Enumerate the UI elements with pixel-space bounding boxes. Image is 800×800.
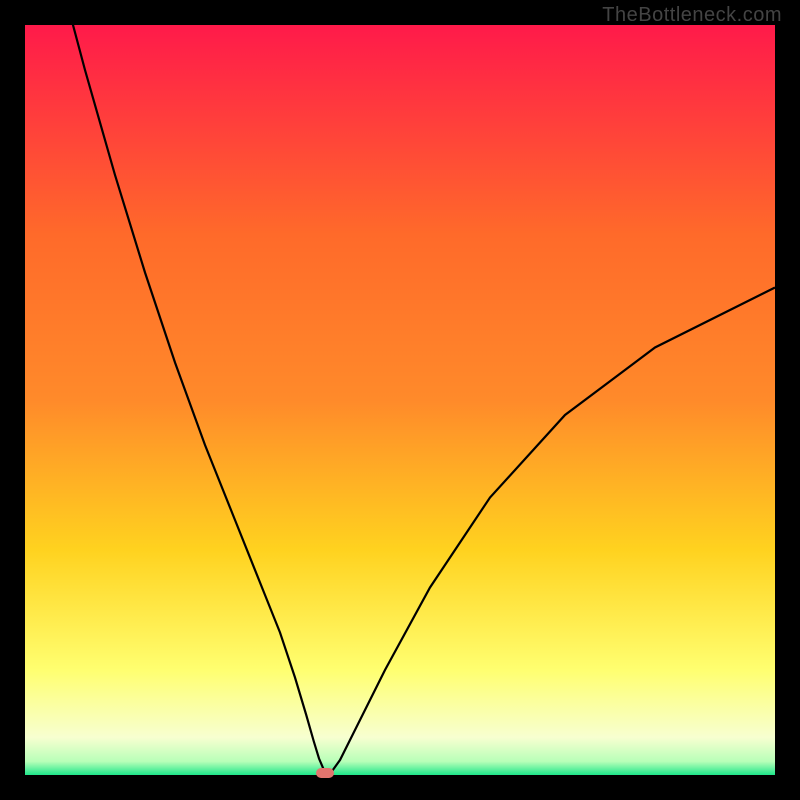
optimal-point-marker (316, 768, 334, 778)
chart-frame: TheBottleneck.com (0, 0, 800, 800)
plot-area (25, 25, 775, 775)
plot-svg (25, 25, 775, 775)
watermark-text: TheBottleneck.com (602, 4, 782, 27)
gradient-background (25, 25, 775, 775)
